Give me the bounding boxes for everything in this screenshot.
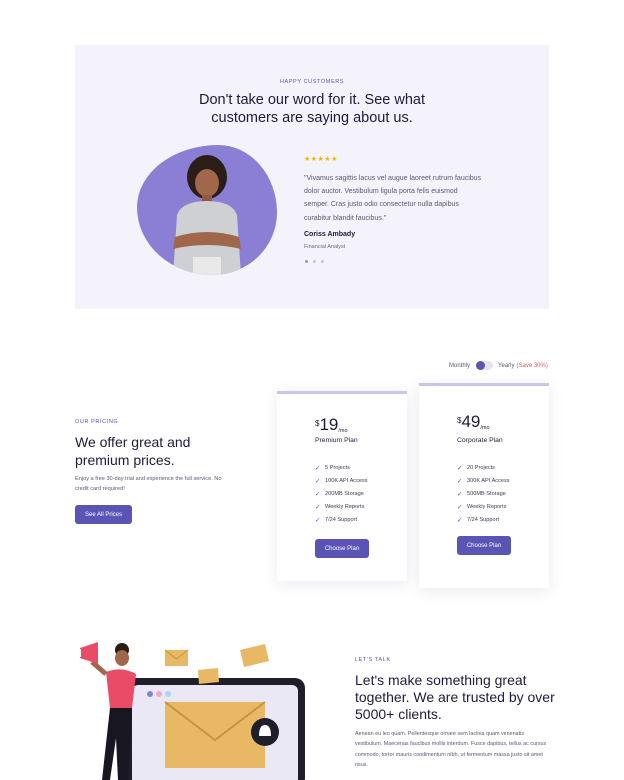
- switch-knob: [476, 361, 486, 370]
- plan-features: ✓ 5 Projects ✓ 100K API Access ✓ 200MB Stor…: [315, 461, 368, 526]
- feature-item: ✓ 7/24 Support: [315, 513, 368, 526]
- plan-name: Premium Plan: [315, 437, 358, 444]
- contact-eyebrow: LET'S TALK: [355, 657, 391, 663]
- feature-label: 200MB Storage: [325, 490, 364, 497]
- check-icon: ✓: [457, 477, 463, 485]
- plan-price: $ 49 /mo: [457, 412, 490, 432]
- feature-label: 5 Projects: [325, 464, 350, 471]
- feature-item: ✓ 300K API Access: [457, 474, 510, 487]
- feature-item: ✓ 200MB Storage: [315, 487, 368, 500]
- contact-description: Aenean eu leo quam. Pellentesque ornare …: [355, 731, 547, 768]
- feature-label: 7/24 Support: [325, 516, 358, 523]
- feature-item: ✓ 500MB Storage: [457, 487, 510, 500]
- check-icon: ✓: [457, 490, 463, 498]
- feature-label: 7/24 Support: [467, 516, 500, 523]
- feature-label: 20 Projects: [467, 464, 495, 471]
- email-marketing-illustration: [75, 642, 305, 780]
- billing-toggle: Monthly Yearly (Save 30%): [449, 361, 548, 370]
- check-icon: ✓: [457, 464, 463, 472]
- feature-item: ✓ Weekly Reports: [457, 500, 510, 513]
- feature-item: ✓ 7/24 Support: [457, 513, 510, 526]
- feature-label: 300K API Access: [467, 477, 510, 484]
- pricing-card-premium: $ 19 /mo Premium Plan ✓ 5 Projects ✓ 100K …: [277, 391, 407, 581]
- testimonials-eyebrow: HAPPY CUSTOMERS: [279, 79, 345, 85]
- testimonials-title: Don't take our word for it. See what cus…: [198, 92, 426, 126]
- carousel-dot[interactable]: [305, 260, 308, 263]
- feature-item: ✓ Weekly Reports: [315, 500, 368, 513]
- pricing-title: We offer great and premium prices.: [75, 434, 191, 468]
- check-icon: ✓: [315, 516, 321, 524]
- check-icon: ✓: [457, 503, 463, 511]
- rating-stars-icon: ★★★★★: [304, 156, 338, 163]
- testimonial-author: Coriss Ambady: [304, 231, 356, 238]
- feature-label: Weekly Reports: [325, 503, 365, 510]
- choose-plan-button[interactable]: Choose Plan: [315, 539, 369, 558]
- plan-name: Corporate Plan: [457, 437, 503, 444]
- price-amount: 19: [319, 415, 339, 434]
- contact-title: Let's make something great together. We …: [355, 672, 555, 723]
- pricing-description: Enjoy a free 30-day trial and experience…: [75, 476, 222, 492]
- toggle-label-monthly[interactable]: Monthly: [449, 363, 470, 369]
- pricing-card-corporate: $ 49 /mo Corporate Plan ✓ 20 Projects ✓ 30…: [419, 383, 549, 588]
- check-icon: ✓: [315, 490, 321, 498]
- toggle-label-yearly[interactable]: Yearly: [498, 363, 514, 369]
- carousel-dot[interactable]: [321, 260, 324, 263]
- feature-label: 500MB Storage: [467, 490, 506, 497]
- feature-item: ✓ 5 Projects: [315, 461, 368, 474]
- plan-price: $ 19 /mo: [315, 415, 348, 435]
- see-all-prices-button[interactable]: See All Prices: [75, 505, 132, 524]
- carousel-dots: [305, 260, 324, 263]
- customer-portrait-illustration: [173, 155, 241, 275]
- feature-item: ✓ 100K API Access: [315, 474, 368, 487]
- check-icon: ✓: [315, 477, 321, 485]
- pricing-eyebrow: OUR PRICING: [75, 419, 119, 425]
- price-amount: 49: [461, 412, 481, 431]
- price-period: /mo: [338, 428, 348, 434]
- choose-plan-button[interactable]: Choose Plan: [457, 536, 511, 555]
- check-icon: ✓: [315, 503, 321, 511]
- page: HAPPY CUSTOMERS Don't take our word for …: [0, 0, 624, 780]
- feature-label: 100K API Access: [325, 477, 368, 484]
- carousel-dot[interactable]: [313, 260, 316, 263]
- billing-switch[interactable]: [476, 361, 494, 370]
- customer-photo: [137, 145, 277, 275]
- save-badge: (Save 30%): [516, 362, 548, 369]
- testimonial-quote: "Vivamus sagittis lacus vel augue laoree…: [304, 175, 482, 222]
- testimonial-role: Financial Analyst: [304, 244, 346, 250]
- plan-features: ✓ 20 Projects ✓ 300K API Access ✓ 500MB Sto…: [457, 461, 510, 526]
- price-period: /mo: [480, 425, 490, 431]
- testimonials-section: HAPPY CUSTOMERS Don't take our word for …: [75, 45, 549, 309]
- check-icon: ✓: [315, 464, 321, 472]
- feature-label: Weekly Reports: [467, 503, 507, 510]
- check-icon: ✓: [457, 516, 463, 524]
- feature-item: ✓ 20 Projects: [457, 461, 510, 474]
